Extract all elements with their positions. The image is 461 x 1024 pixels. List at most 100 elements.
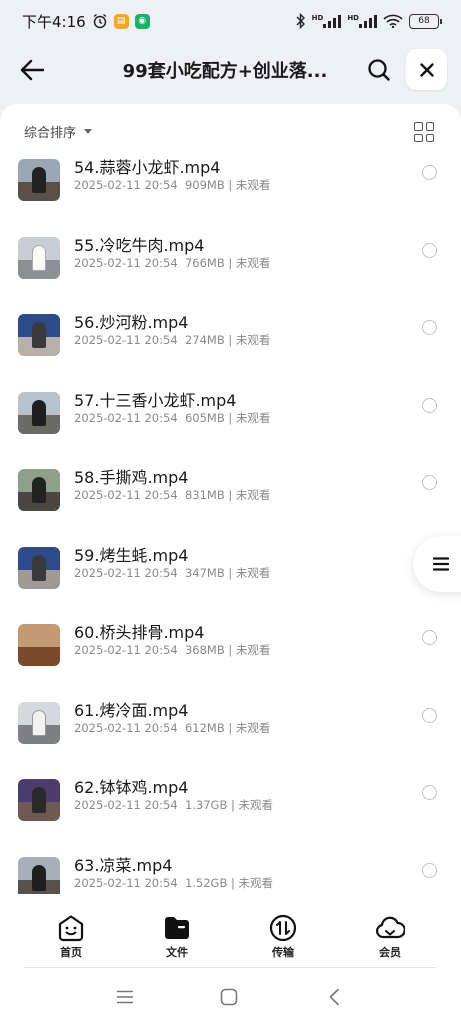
select-radio[interactable] xyxy=(422,398,437,413)
file-row[interactable]: 55.冷吃牛肉.mp4 2025-02-11 20:54 766MB | 未观看 xyxy=(0,232,461,292)
tab-files[interactable]: 文件 xyxy=(142,914,212,960)
file-name: 55.冷吃牛肉.mp4 xyxy=(74,236,205,255)
file-status: 未观看 xyxy=(238,798,274,812)
select-radio[interactable] xyxy=(422,475,437,490)
file-meta: 2025-02-11 20:54 368MB | 未观看 xyxy=(74,643,271,657)
file-size: 909MB xyxy=(184,178,225,192)
file-size: 605MB xyxy=(184,411,225,425)
status-time: 下午4:16 xyxy=(22,12,86,31)
file-row[interactable]: 62.钵钵鸡.mp4 2025-02-11 20:54 1.37GB | 未观看 xyxy=(0,774,461,834)
file-row[interactable]: 60.桥头排骨.mp4 2025-02-11 20:54 368MB | 未观看 xyxy=(0,619,461,679)
search-icon xyxy=(368,59,390,81)
tab-transfer[interactable]: 传输 xyxy=(248,914,318,960)
file-size: 831MB xyxy=(184,488,225,502)
close-button[interactable] xyxy=(406,49,447,90)
tab-label: 会员 xyxy=(379,946,401,959)
caret-down-icon xyxy=(84,129,93,134)
close-icon xyxy=(419,62,434,77)
file-status: 未观看 xyxy=(235,178,271,192)
recent-apps-button[interactable] xyxy=(113,986,137,1008)
file-date: 2025-02-11 20:54 xyxy=(74,488,178,502)
cloud-icon xyxy=(375,914,405,942)
file-status: 未观看 xyxy=(235,488,271,502)
file-date: 2025-02-11 20:54 xyxy=(74,798,178,812)
top-nav: 99套小吃配方+创业落... xyxy=(0,44,461,96)
file-meta: 2025-02-11 20:54 347MB | 未观看 xyxy=(74,566,271,580)
file-size: 1.37GB xyxy=(184,798,228,812)
video-thumbnail xyxy=(18,392,60,434)
file-status: 未观看 xyxy=(235,566,271,580)
video-thumbnail xyxy=(18,159,60,201)
tab-vip[interactable]: 会员 xyxy=(355,914,425,960)
file-row[interactable]: 61.烤冷面.mp4 2025-02-11 20:54 612MB | 未观看 xyxy=(0,697,461,757)
page-title: 99套小吃配方+创业落... xyxy=(122,61,328,82)
tab-home[interactable]: 首页 xyxy=(36,914,106,960)
file-row[interactable]: 57.十三香小龙虾.mp4 2025-02-11 20:54 605MB | 未… xyxy=(0,387,461,447)
select-radio[interactable] xyxy=(422,320,437,335)
battery-indicator: 68 xyxy=(409,13,442,29)
search-button[interactable] xyxy=(362,53,396,87)
cell-signal-1-icon: HD xyxy=(312,14,342,28)
file-row[interactable]: 63.凉菜.mp4 2025-02-11 20:54 1.52GB | 未观看 xyxy=(0,852,461,894)
grid-view-button[interactable] xyxy=(414,122,434,142)
select-radio[interactable] xyxy=(422,708,437,723)
alarm-icon xyxy=(92,13,108,29)
video-thumbnail xyxy=(18,857,60,894)
file-name: 59.烤生蚝.mp4 xyxy=(74,546,189,565)
file-status: 未观看 xyxy=(235,333,271,347)
file-name: 63.凉菜.mp4 xyxy=(74,856,173,875)
home-button[interactable] xyxy=(217,986,241,1008)
folder-icon xyxy=(162,914,192,942)
file-name: 61.烤冷面.mp4 xyxy=(74,701,189,720)
file-date: 2025-02-11 20:54 xyxy=(74,178,178,192)
file-size: 274MB xyxy=(184,333,225,347)
select-radio[interactable] xyxy=(422,243,437,258)
file-name: 62.钵钵鸡.mp4 xyxy=(74,778,189,797)
file-status: 未观看 xyxy=(238,876,274,890)
file-date: 2025-02-11 20:54 xyxy=(74,411,178,425)
file-date: 2025-02-11 20:54 xyxy=(74,876,178,890)
bottom-tab-bar: 首页 文件 传输 会员 xyxy=(0,908,461,966)
home-smile-icon xyxy=(56,914,86,942)
file-name: 58.手撕鸡.mp4 xyxy=(74,468,189,487)
file-row[interactable]: 56.炒河粉.mp4 2025-02-11 20:54 274MB | 未观看 xyxy=(0,309,461,369)
cell-signal-2-icon: HD xyxy=(347,14,377,28)
tab-label: 文件 xyxy=(166,946,188,959)
grid-cell xyxy=(425,122,434,131)
file-date: 2025-02-11 20:54 xyxy=(74,256,178,270)
system-back-button[interactable] xyxy=(322,986,346,1008)
video-thumbnail xyxy=(18,624,60,666)
sort-dropdown[interactable]: 综合排序 xyxy=(24,122,93,141)
wechat-app-icon: ◉ xyxy=(134,13,150,29)
chevron-left-icon xyxy=(329,988,339,1006)
tab-label: 首页 xyxy=(60,946,82,959)
file-row[interactable]: 59.烤生蚝.mp4 2025-02-11 20:54 347MB | 未观看 xyxy=(0,542,461,602)
file-date: 2025-02-11 20:54 xyxy=(74,566,178,580)
select-radio[interactable] xyxy=(422,630,437,645)
status-bar: 下午4:16 ▤ ◉ HD HD 68 xyxy=(0,0,461,42)
hd-label-1: HD xyxy=(311,14,324,22)
file-meta: 2025-02-11 20:54 909MB | 未观看 xyxy=(74,178,271,192)
file-meta: 2025-02-11 20:54 831MB | 未观看 xyxy=(74,488,271,502)
select-radio[interactable] xyxy=(422,863,437,878)
hd-label-2: HD xyxy=(347,14,359,22)
file-name: 60.桥头排骨.mp4 xyxy=(74,623,205,642)
file-row[interactable]: 54.蒜蓉小龙虾.mp4 2025-02-11 20:54 909MB | 未观… xyxy=(0,154,461,214)
select-radio[interactable] xyxy=(422,165,437,180)
arrow-left-icon xyxy=(20,59,44,81)
video-thumbnail xyxy=(18,237,60,279)
transfer-icon xyxy=(268,914,298,942)
file-name: 57.十三香小龙虾.mp4 xyxy=(74,391,237,410)
file-meta: 2025-02-11 20:54 1.52GB | 未观看 xyxy=(74,876,274,890)
floating-menu-button[interactable] xyxy=(413,536,461,592)
file-status: 未观看 xyxy=(235,721,271,735)
bluetooth-icon xyxy=(296,13,306,29)
grid-view-icon xyxy=(414,122,423,131)
video-thumbnail xyxy=(18,314,60,356)
video-thumbnail xyxy=(18,547,60,589)
grid-cell xyxy=(414,133,423,142)
back-button[interactable] xyxy=(16,54,48,86)
file-size: 766MB xyxy=(184,256,225,270)
file-row[interactable]: 58.手撕鸡.mp4 2025-02-11 20:54 831MB | 未观看 xyxy=(0,464,461,524)
select-radio[interactable] xyxy=(422,785,437,800)
